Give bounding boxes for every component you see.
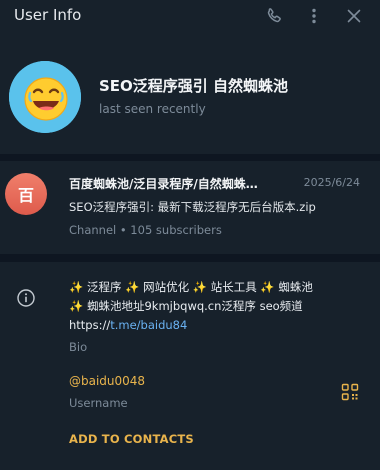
- channel-last-message: SEO泛程序强引: 最新下载泛程序无后台版本.zip: [69, 200, 316, 214]
- bio-line: ✨ 泛程序 ✨ 网站优化 ✨ 站长工具 ✨ 蜘蛛池: [69, 280, 313, 294]
- qr-code-icon[interactable]: [341, 383, 359, 401]
- profile-section: SEO泛程序强引 自然蜘蛛池 last seen recently: [0, 32, 380, 154]
- bio-link-prefix: https://: [69, 318, 111, 332]
- bio-link-line: https://t.me/baidu84: [69, 316, 369, 335]
- header-bar: User Info: [0, 0, 380, 32]
- section-divider: [0, 154, 380, 161]
- close-icon[interactable]: [344, 6, 364, 26]
- bio-label: Bio: [69, 340, 88, 354]
- profile-name: SEO泛程序强引 自然蜘蛛池: [99, 77, 289, 95]
- info-icon: [16, 288, 36, 308]
- more-vertical-icon[interactable]: [304, 6, 324, 26]
- laughing-face-icon[interactable]: [9, 61, 81, 133]
- channel-row[interactable]: 百 百度蜘蛛池/泛目录程序/自然蜘蛛… 2025/6/24 SEO泛程序强引: …: [0, 161, 380, 254]
- bio-link[interactable]: t.me/baidu84: [110, 318, 187, 332]
- channel-subscribers: Channel • 105 subscribers: [69, 223, 222, 237]
- channel-avatar: 百: [5, 173, 47, 215]
- username-value[interactable]: @baidu0048: [69, 374, 145, 388]
- channel-date: 2025/6/24: [303, 176, 360, 189]
- info-section: ✨ 泛程序 ✨ 网站优化 ✨ 站长工具 ✨ 蜘蛛池 ✨ 蜘蛛池地址9kmjbqw…: [0, 262, 380, 470]
- bio-text: ✨ 泛程序 ✨ 网站优化 ✨ 站长工具 ✨ 蜘蛛池 ✨ 蜘蛛池地址9kmjbqw…: [69, 278, 369, 335]
- last-seen-status: last seen recently: [99, 102, 206, 116]
- window-title: User Info: [14, 6, 82, 24]
- add-to-contacts-button[interactable]: ADD TO CONTACTS: [69, 432, 194, 446]
- section-divider: [0, 254, 380, 262]
- username-label: Username: [69, 396, 128, 410]
- bio-line: ✨ 蜘蛛池地址9kmjbqwq.cn泛程序 seo频道: [69, 299, 303, 313]
- phone-icon[interactable]: [264, 6, 284, 26]
- channel-title: 百度蜘蛛池/泛目录程序/自然蜘蛛…: [69, 177, 258, 191]
